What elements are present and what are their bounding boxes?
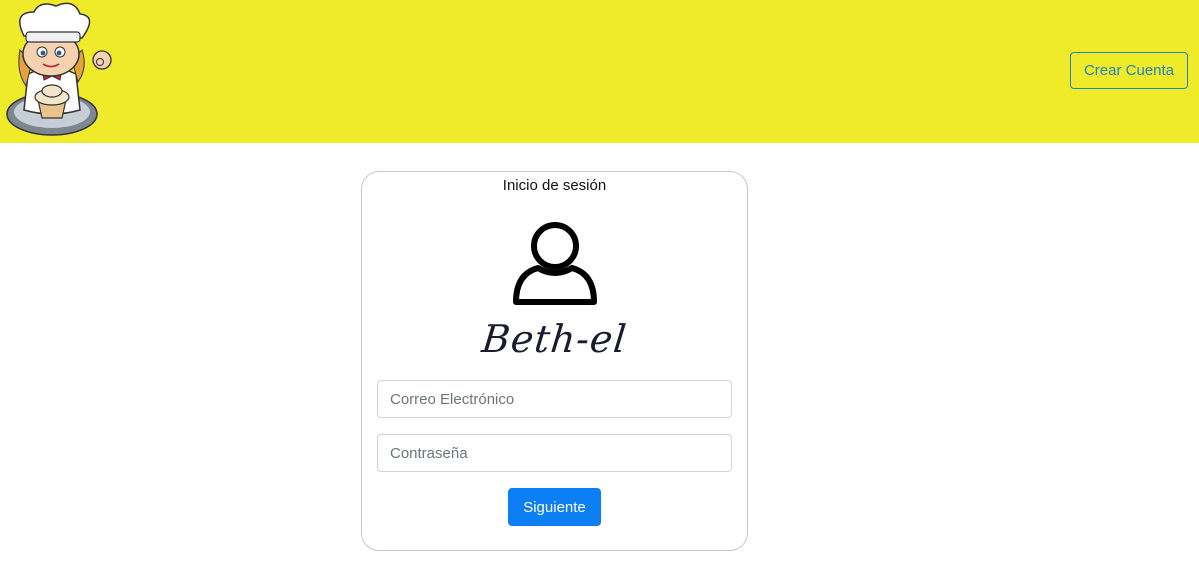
create-account-button[interactable]: Crear Cuenta (1070, 52, 1188, 89)
chef-mascot-logo[interactable] (2, 2, 116, 138)
user-icon (513, 222, 597, 305)
next-button[interactable]: Siguiente (508, 488, 601, 526)
login-title: Inicio de sesión (502, 177, 607, 194)
brand-name: Beth-el (479, 317, 630, 361)
password-field[interactable] (377, 434, 732, 472)
login-card: Inicio de sesión Beth-el Siguiente (361, 171, 748, 551)
email-field[interactable] (377, 380, 732, 418)
top-bar: Crear Cuenta (0, 0, 1199, 143)
